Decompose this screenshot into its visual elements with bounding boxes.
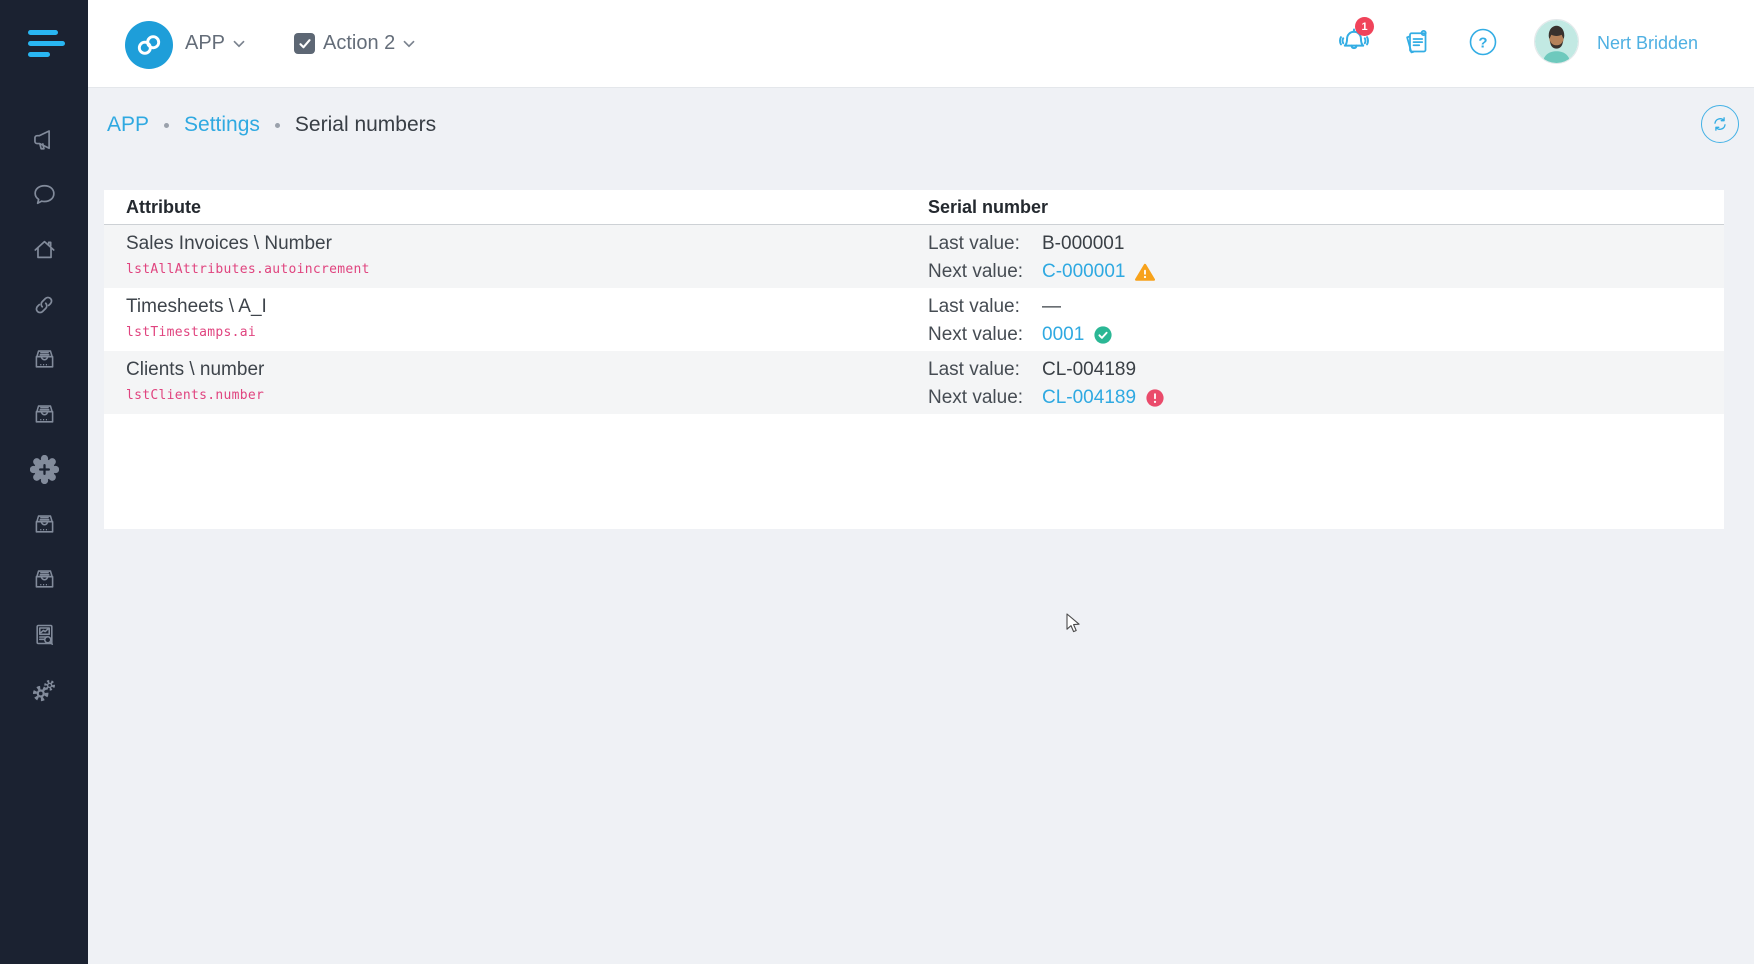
sidebar-item-chat[interactable] [0, 167, 88, 222]
notifications-button[interactable]: 1 [1337, 23, 1373, 63]
badge-plus-icon [30, 455, 59, 484]
action-checkbox[interactable] [294, 33, 315, 54]
last-value-label: Last value: [928, 233, 1042, 255]
refresh-button[interactable] [1701, 105, 1739, 143]
next-value-link[interactable]: 0001 [1042, 324, 1084, 346]
release-notes-button[interactable] [1402, 27, 1432, 62]
app-logo[interactable] [125, 21, 173, 69]
last-value: B-000001 [1042, 233, 1124, 255]
breadcrumb-separator [164, 123, 169, 128]
success-icon[interactable] [1094, 326, 1112, 344]
next-value-link[interactable]: C-000001 [1042, 261, 1125, 283]
attribute-name: Clients \ number [126, 359, 928, 381]
sidebar-item-inbox-4[interactable] [0, 552, 88, 607]
sidebar-item-settings[interactable] [0, 662, 88, 717]
help-button[interactable]: ? [1469, 28, 1497, 61]
sidebar-item-links[interactable] [0, 277, 88, 332]
sidebar-item-inbox-1[interactable] [0, 332, 88, 387]
sidebar-item-inbox-3[interactable] [0, 497, 88, 552]
gears-icon [30, 676, 58, 704]
column-header-attribute: Attribute [104, 197, 928, 218]
app-menu[interactable]: APP [185, 0, 245, 87]
notification-badge: 1 [1355, 17, 1374, 36]
page-title: Serial numbers [295, 113, 436, 137]
table-row: Clients \ number lstClients.number Last … [104, 351, 1724, 414]
chat-icon [31, 181, 58, 208]
attribute-name: Timesheets \ A_I [126, 296, 928, 318]
app-screen: APP Action 2 1 [0, 0, 1754, 964]
sidebar-nav [0, 112, 88, 717]
avatar-photo [1535, 20, 1578, 63]
sidebar-item-create-new[interactable] [0, 442, 88, 497]
breadcrumb-separator [275, 123, 280, 128]
error-icon[interactable] [1146, 389, 1164, 407]
menu-toggle-icon[interactable] [28, 30, 68, 57]
attribute-name: Sales Invoices \ Number [126, 233, 928, 255]
link-icon [31, 292, 57, 318]
next-value-label: Next value: [928, 387, 1042, 409]
notepad-icon [1402, 27, 1432, 57]
last-value: — [1042, 296, 1061, 318]
attribute-code: lstTimestamps.ai [126, 325, 928, 340]
table-row: Sales Invoices \ Number lstAllAttributes… [104, 225, 1724, 288]
action-menu-label: Action 2 [323, 32, 395, 55]
svg-text:?: ? [1478, 34, 1487, 51]
column-header-serial: Serial number [928, 197, 1048, 218]
last-value-label: Last value: [928, 359, 1042, 381]
table-row: Timesheets \ A_I lstTimestamps.ai Last v… [104, 288, 1724, 351]
refresh-icon [1710, 114, 1730, 134]
warning-icon[interactable] [1135, 263, 1155, 281]
chevron-down-icon [233, 40, 245, 48]
mouse-cursor [1066, 613, 1082, 634]
home-icon [31, 236, 58, 263]
user-name[interactable]: Nert Bridden [1597, 0, 1698, 87]
infinity-logo-icon [134, 30, 164, 60]
breadcrumb-settings-link[interactable]: Settings [184, 113, 260, 137]
sidebar-item-inbox-2[interactable] [0, 387, 88, 442]
attribute-code: lstAllAttributes.autoincrement [126, 262, 928, 277]
inbox-icon [31, 511, 58, 538]
sidebar-item-reports[interactable] [0, 607, 88, 662]
action-menu[interactable]: Action 2 [294, 0, 415, 87]
app-menu-label: APP [185, 32, 225, 55]
check-icon [299, 39, 311, 49]
last-value-label: Last value: [928, 296, 1042, 318]
inbox-icon [31, 346, 58, 373]
user-avatar[interactable] [1534, 19, 1579, 64]
megaphone-icon [31, 126, 58, 153]
next-value-label: Next value: [928, 324, 1042, 346]
inbox-icon [31, 401, 58, 428]
report-search-icon [31, 621, 58, 648]
attribute-code: lstClients.number [126, 388, 928, 403]
table-body: Sales Invoices \ Number lstAllAttributes… [104, 225, 1724, 414]
inbox-icon [31, 566, 58, 593]
breadcrumb: APP Settings Serial numbers [88, 87, 1754, 163]
serial-numbers-card: Attribute Serial number Sales Invoices \… [104, 190, 1724, 529]
topbar: APP Action 2 1 [88, 0, 1754, 88]
chevron-down-icon [403, 40, 415, 48]
sidebar-item-announcements[interactable] [0, 112, 88, 167]
question-circle-icon: ? [1469, 28, 1497, 56]
next-value-link[interactable]: CL-004189 [1042, 387, 1136, 409]
sidebar [0, 0, 88, 964]
breadcrumb-app-link[interactable]: APP [107, 113, 149, 137]
table-header-row: Attribute Serial number [104, 190, 1724, 225]
last-value: CL-004189 [1042, 359, 1136, 381]
sidebar-item-home[interactable] [0, 222, 88, 277]
next-value-label: Next value: [928, 261, 1042, 283]
